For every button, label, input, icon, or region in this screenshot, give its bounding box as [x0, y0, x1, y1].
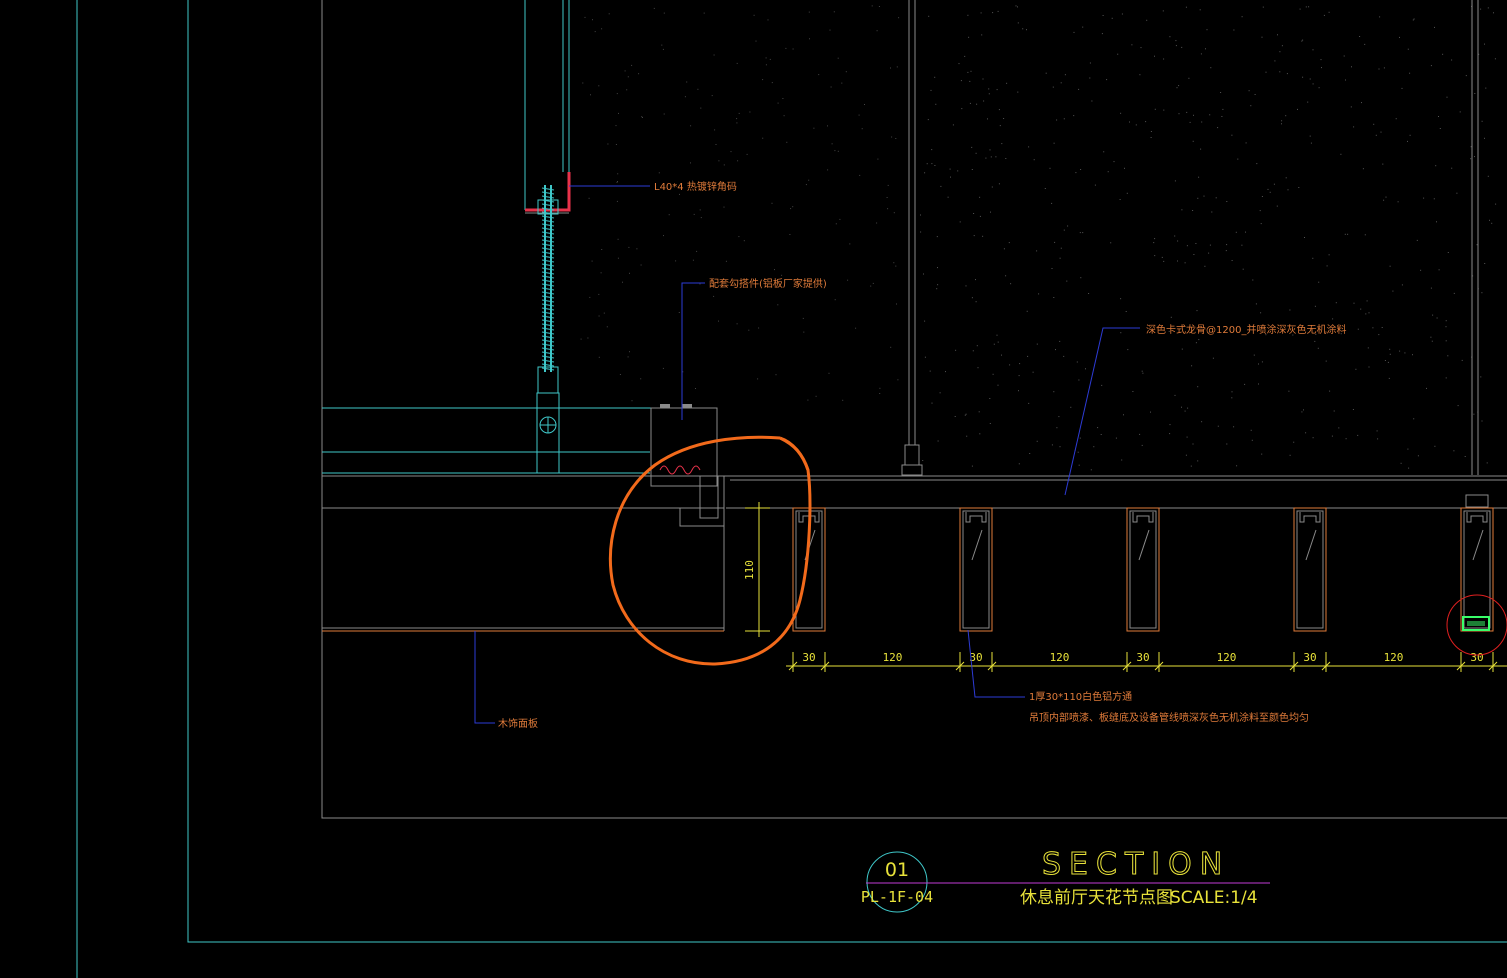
ceiling-board	[322, 475, 1507, 632]
section-number: 01	[885, 859, 909, 881]
drawing-name: 休息前厅天花节点图	[1020, 888, 1173, 908]
annotation-aluminum-tube: 1厚30*110白色铝方通	[1029, 690, 1132, 703]
height-dimension: 110	[743, 502, 770, 637]
dimension-label: 120	[1217, 651, 1237, 664]
annotation-paint-note: 吊顶内部喷漆、板缝底及设备管线喷深灰色无机涂料至颜色均匀	[1029, 711, 1309, 724]
dimension-label: 120	[1050, 651, 1070, 664]
markup-freehand-circle[interactable]	[609, 435, 812, 666]
aluminum-tube	[959, 507, 993, 632]
hanger-rods-right	[901, 0, 1489, 508]
sheet-reference: PL-1F-04	[861, 888, 933, 906]
annotation-angle-bracket: L40*4 热镀锌角码	[654, 180, 737, 193]
aluminum-tubes	[792, 507, 1494, 632]
dimension-label: 120	[883, 651, 903, 664]
zoom-marker[interactable]	[1446, 594, 1507, 656]
annotation-clip: 配套勾搭件(铝板厂家提供)	[709, 277, 827, 290]
title-block: 01 PL-1F-04 SECTION 休息前厅天花节点图 SCALE:1/4	[861, 847, 1270, 913]
slab-texture	[580, 5, 1497, 471]
dimension-label: 30	[1470, 651, 1483, 664]
dimension-label: 30	[802, 651, 815, 664]
left-hanger-assembly	[524, 0, 571, 474]
aluminum-tube	[1293, 507, 1327, 632]
height-dimension-text: 110	[743, 560, 756, 580]
aluminum-tube	[1460, 507, 1494, 632]
spacing-dimension-chain: 30 120 30 120 30 120 30 120 30	[786, 651, 1507, 672]
markup-tail	[779, 436, 810, 471]
aluminum-tube	[1126, 507, 1160, 632]
drawing-scale: SCALE:1/4	[1170, 888, 1258, 908]
dimension-label: 120	[1384, 651, 1404, 664]
dimension-label: 30	[1303, 651, 1316, 664]
dimension-label: 30	[1136, 651, 1149, 664]
cad-drawing-canvas[interactable]: 110 30 120 30 120 30 120 30 120 30 L40*4 热镀锌角码 配…	[0, 0, 1507, 978]
annotation-wood-base: 木饰面板	[498, 717, 538, 730]
annotation-keel: 深色卡式龙骨@1200_并喷涂深灰色无机涂料	[1146, 323, 1346, 336]
leader-lines	[474, 185, 1140, 724]
sheet-border	[187, 0, 1507, 943]
section-heading: SECTION	[1042, 847, 1230, 882]
angle-bracket	[525, 172, 571, 212]
